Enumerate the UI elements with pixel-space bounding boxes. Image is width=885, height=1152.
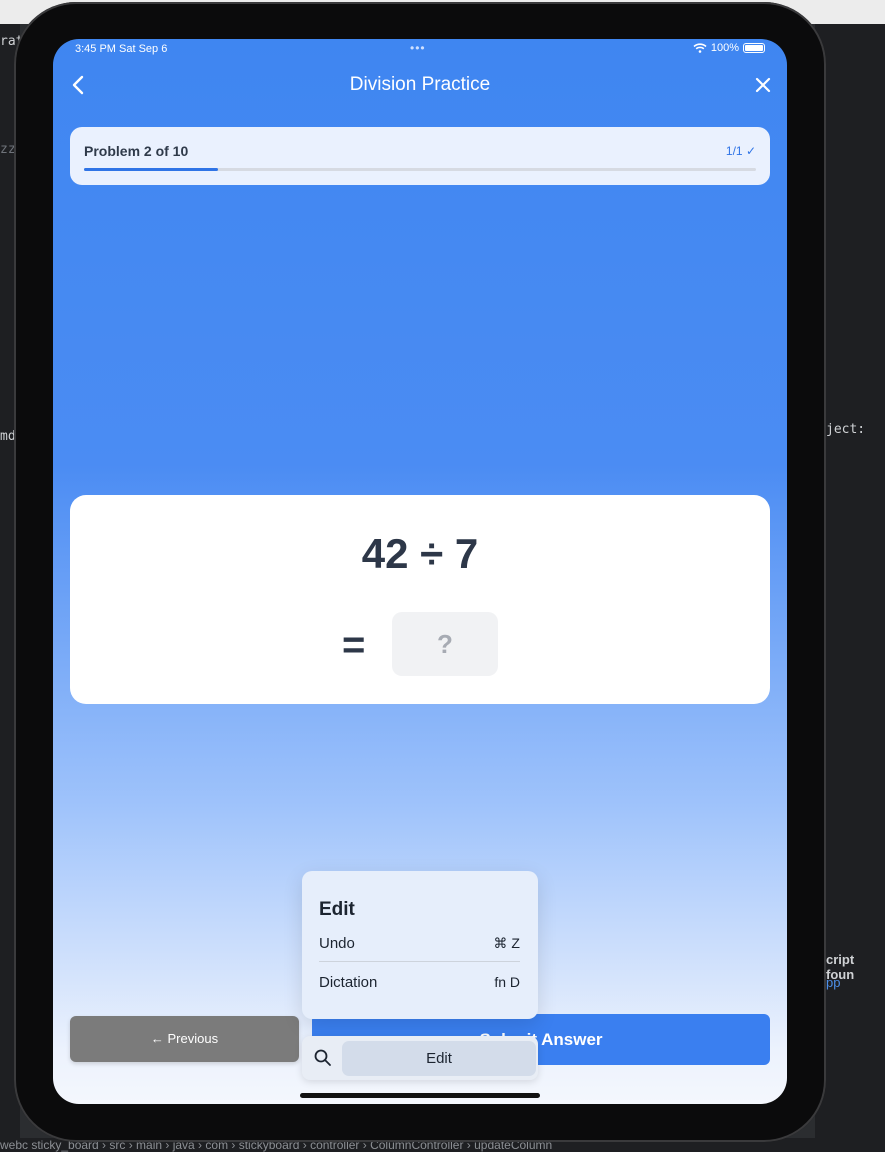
menu-item-shortcut: fn D <box>494 974 520 990</box>
menu-item-undo[interactable]: Undo ⌘ Z <box>319 935 520 959</box>
close-icon[interactable] <box>751 71 775 99</box>
problem-card: 42 ÷ 7 = ? <box>70 495 770 704</box>
page-title: Division Practice <box>349 74 491 95</box>
ide-text: pp <box>826 975 841 990</box>
menu-item-label: Dictation <box>319 974 378 991</box>
progress-track <box>84 168 756 171</box>
status-bar: 3:45 PM Sat Sep 6 ••• 100% <box>53 39 787 59</box>
status-time: 3:45 PM Sat Sep 6 <box>75 43 168 55</box>
edit-menu-title: Edit <box>319 899 355 920</box>
ide-text: ject: <box>826 422 866 437</box>
menu-item-dictation[interactable]: Dictation fn D <box>319 974 520 998</box>
division-expression: 42 ÷ 7 <box>361 530 479 577</box>
edit-context-menu: Edit Undo ⌘ Z Dictation fn D <box>302 871 538 1019</box>
equals-sign: = <box>342 623 366 667</box>
navigation-bar: Division Practice <box>53 67 787 103</box>
status-indicators: 100% <box>693 42 765 54</box>
app-screen: 3:45 PM Sat Sep 6 ••• 100% Division Prac… <box>53 39 787 1104</box>
wifi-icon <box>693 43 707 53</box>
menu-item-shortcut: ⌘ Z <box>493 935 520 951</box>
progress-fill <box>84 168 219 171</box>
answer-input[interactable]: ? <box>392 612 498 676</box>
home-indicator[interactable] <box>300 1093 540 1098</box>
battery-percent: 100% <box>710 42 739 54</box>
progress-count: 1/1 ✓ <box>725 144 756 158</box>
menu-divider <box>319 961 520 962</box>
keyboard-edit-bar: Edit <box>302 1036 538 1080</box>
previous-button[interactable]: ← Previous <box>70 1016 299 1062</box>
menu-item-label: Undo <box>319 935 355 952</box>
edit-button[interactable]: Edit <box>342 1041 536 1076</box>
multitask-dots-icon[interactable]: ••• <box>410 41 426 55</box>
progress-card: Problem 2 of 10 1/1 ✓ <box>70 127 770 185</box>
problem-progress-label: Problem 2 of 10 <box>84 143 189 159</box>
battery-icon <box>743 43 765 53</box>
search-icon[interactable] <box>312 1047 334 1069</box>
